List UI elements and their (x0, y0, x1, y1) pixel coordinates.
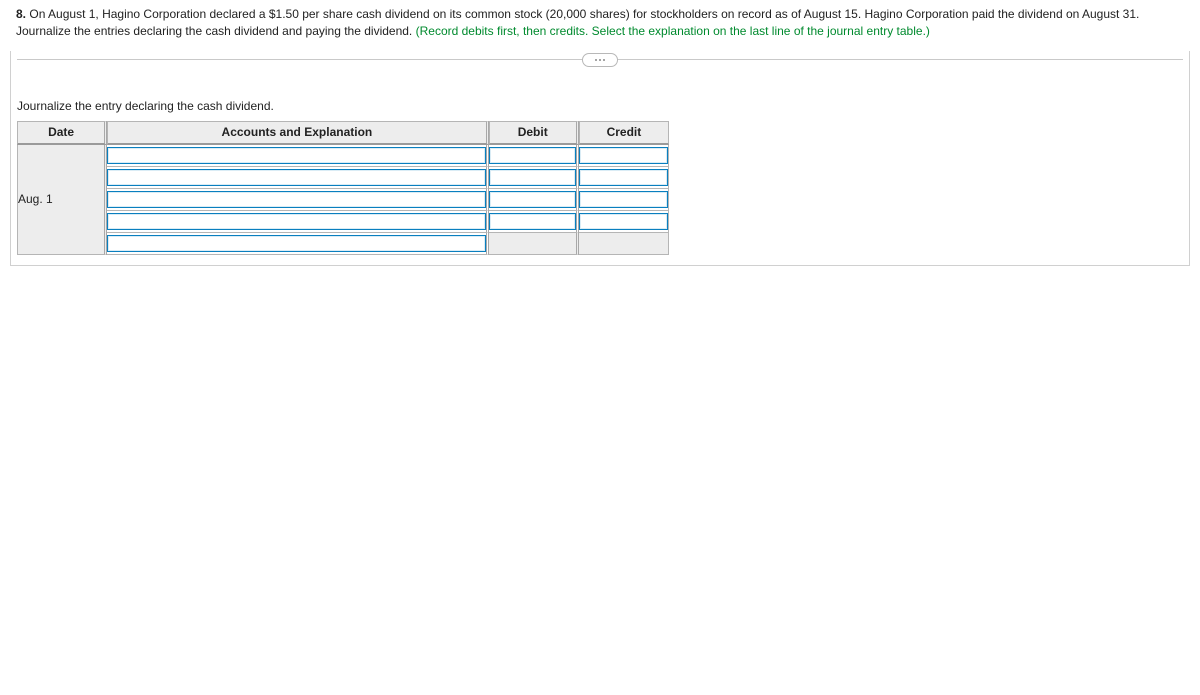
question-instruction: (Record debits first, then credits. Sele… (416, 24, 930, 38)
journal-entry-table: Date Accounts and Explanation Debit Cred… (17, 121, 669, 255)
col-header-date: Date (17, 121, 107, 145)
credit-input[interactable] (579, 213, 668, 230)
grey-credit-cell (579, 233, 669, 255)
table-row (17, 211, 669, 233)
explanation-input[interactable] (107, 235, 485, 252)
col-header-credit: Credit (579, 121, 669, 145)
credit-input[interactable] (579, 147, 668, 164)
table-row (17, 167, 669, 189)
table-row: Aug. 1 (17, 145, 669, 167)
ellipsis-dot-icon (603, 59, 605, 61)
account-input[interactable] (107, 213, 485, 230)
explanation-row (17, 233, 669, 255)
ellipsis-dot-icon (595, 59, 597, 61)
account-input[interactable] (107, 147, 485, 164)
debit-input[interactable] (489, 169, 576, 186)
col-header-debit: Debit (489, 121, 579, 145)
question-number: 8. (16, 7, 26, 21)
date-cell: Aug. 1 (17, 145, 107, 255)
credit-input[interactable] (579, 191, 668, 208)
debit-input[interactable] (489, 191, 576, 208)
question-text: 8. On August 1, Hagino Corporation decla… (10, 6, 1190, 51)
col-header-accounts: Accounts and Explanation (107, 121, 488, 145)
ellipsis-dot-icon (599, 59, 601, 61)
account-input[interactable] (107, 169, 485, 186)
table-row (17, 189, 669, 211)
subprompt: Journalize the entry declaring the cash … (11, 99, 1189, 121)
expand-ellipsis-button[interactable] (582, 53, 618, 67)
debit-input[interactable] (489, 213, 576, 230)
credit-input[interactable] (579, 169, 668, 186)
debit-input[interactable] (489, 147, 576, 164)
account-input[interactable] (107, 191, 485, 208)
grey-debit-cell (489, 233, 579, 255)
divider-row (11, 51, 1189, 69)
